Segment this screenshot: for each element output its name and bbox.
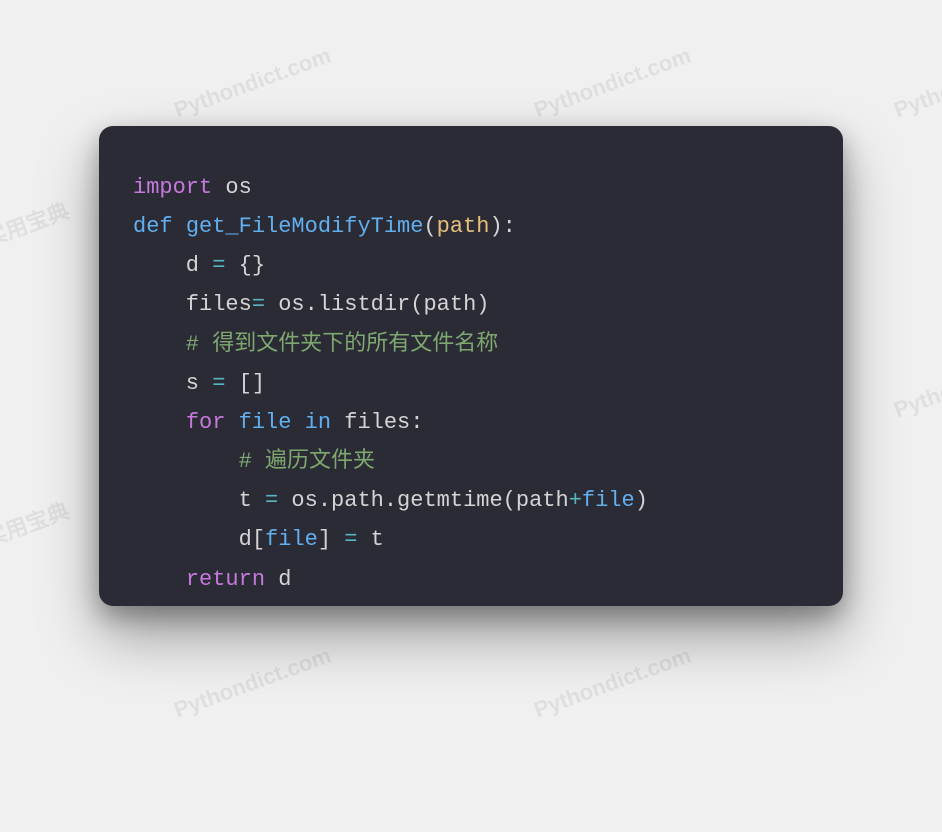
watermark: Pythondict.com — [891, 343, 942, 424]
space — [331, 410, 344, 435]
indent — [133, 567, 186, 592]
var-file: file — [582, 488, 635, 513]
op-eq: = — [265, 488, 278, 513]
code-text: [] — [225, 371, 265, 396]
op-eq: = — [212, 253, 225, 278]
watermark: Pythondict.com — [891, 43, 942, 124]
keyword-in: in — [305, 410, 331, 435]
keyword-import: import — [133, 175, 212, 200]
var-file: file — [239, 410, 292, 435]
code-text: os.path.getmtime(path — [278, 488, 568, 513]
keyword-return: return — [186, 567, 265, 592]
watermark: Python实用宝典 — [0, 493, 73, 579]
code-text: files — [133, 292, 252, 317]
keyword-def: def — [133, 214, 173, 239]
code-text: d[ — [133, 527, 265, 552]
watermark: Pythondict.com — [531, 643, 695, 724]
code-text: t — [133, 488, 265, 513]
paren-open: ( — [423, 214, 436, 239]
code-block: import os def get_FileModifyTime(path): … — [133, 168, 809, 599]
indent — [133, 410, 186, 435]
watermark: Python实用宝典 — [0, 193, 73, 279]
code-text: {} — [225, 253, 265, 278]
op-eq: = — [252, 292, 265, 317]
watermark: Pythondict.com — [171, 43, 335, 124]
space — [291, 410, 304, 435]
comment-line: # 得到文件夹下的所有文件名称 — [133, 332, 498, 357]
op-plus: + — [569, 488, 582, 513]
space — [225, 410, 238, 435]
code-text: s — [133, 371, 212, 396]
module-os: os — [225, 175, 251, 200]
paren-close-colon: ): — [489, 214, 515, 239]
watermark: Pythondict.com — [171, 643, 335, 724]
keyword-for: for — [186, 410, 226, 435]
op-eq: = — [344, 527, 357, 552]
code-text: ) — [635, 488, 648, 513]
code-card: import os def get_FileModifyTime(path): … — [99, 126, 843, 606]
var-file: file — [265, 527, 318, 552]
comment-line: # 遍历文件夹 — [133, 449, 375, 474]
code-text: t — [357, 527, 383, 552]
var-files: files: — [344, 410, 423, 435]
watermark: Pythondict.com — [531, 43, 695, 124]
param-path: path — [437, 214, 490, 239]
code-text: os.listdir(path) — [265, 292, 489, 317]
code-text: ] — [318, 527, 344, 552]
op-eq: = — [212, 371, 225, 396]
function-name: get_FileModifyTime — [186, 214, 424, 239]
code-text: d — [265, 567, 291, 592]
code-text: d — [133, 253, 212, 278]
